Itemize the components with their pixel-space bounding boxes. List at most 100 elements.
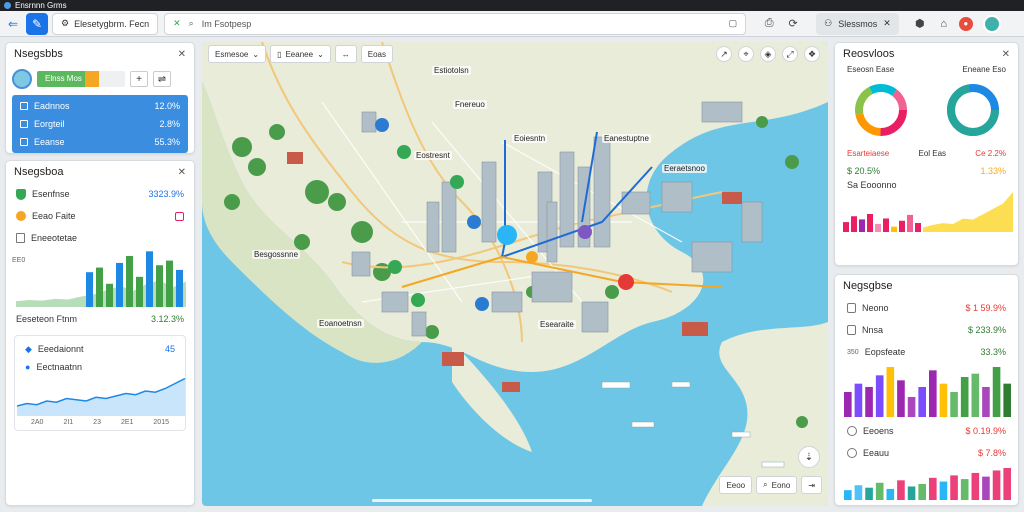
window-titlebar: Ensrnnn Grms — [0, 0, 1024, 11]
bar — [859, 219, 865, 232]
camera-icon[interactable]: ⎙ — [760, 15, 778, 33]
app-icon — [4, 2, 11, 9]
bar — [875, 223, 881, 232]
shield-icon — [16, 188, 26, 200]
x-axis: 2A0 2I1 23 2E1 2015 — [15, 419, 185, 426]
camera-icon — [175, 211, 184, 221]
search-icon: ⌕ — [188, 18, 194, 28]
stat-row[interactable]: ◆ Eeedaionnt 45 — [15, 340, 185, 358]
zoom-button[interactable]: ⌕ Eono — [756, 476, 798, 494]
map-canvas[interactable]: Esmesoe ⌄ ▯ Eeanee ⌄ ↔ Eoas ↗ ⌖ ◈ ⤢ ❖ Estio… — [202, 42, 828, 506]
bar — [843, 222, 849, 232]
bookmark-icon: ◆ — [25, 343, 32, 354]
zoom-button[interactable]: Eeoo — [719, 476, 753, 494]
map-view-button[interactable]: ▯ Eeanee ⌄ — [270, 45, 331, 63]
pin-icon[interactable]: ⌖ — [738, 46, 754, 62]
left-bottom-panel: Nsegsboa ✕ Esenfnse 3323.9% Eeao Faite E… — [5, 160, 195, 506]
link-icon[interactable]: ↗ — [716, 46, 732, 62]
window-title: Ensrnnn Grms — [15, 1, 67, 10]
refresh-icon[interactable]: ⟳ — [784, 15, 802, 33]
edit-icon[interactable]: ✎ — [26, 12, 48, 35]
back-icon[interactable]: ⇐ — [2, 13, 24, 35]
stat-row[interactable]: Nnsa $ 233.9% — [835, 319, 1018, 341]
close-icon[interactable]: ✕ — [883, 18, 891, 29]
bar — [865, 487, 873, 500]
window-icon[interactable]: ▢ — [729, 18, 738, 29]
value-row: Sa Eooonno — [847, 180, 897, 190]
stat-row[interactable]: ● Eectnaatnn — [15, 358, 185, 376]
bar — [918, 484, 926, 500]
line-chart-svg — [16, 377, 186, 416]
measure-icon[interactable]: ⤢ — [782, 46, 798, 62]
legend-row: Esarteiaese Eol Eas Ce 2.2% — [847, 149, 1006, 158]
stat-row[interactable]: Neono $ 1 59.9% — [835, 297, 1018, 319]
browser-tab[interactable]: ⚙ Elesetygbrm. Fecn — [52, 12, 159, 35]
right-top-panel: Reosvloos ✕ Eseosn Ease Eneane Eso Esart… — [834, 42, 1019, 266]
bar — [166, 260, 173, 307]
bar — [971, 373, 980, 417]
address-bar[interactable]: ✕ ⌕ Im Fsotpesp ▢ — [164, 12, 747, 35]
left-top-panel: Nsegsbbs ✕ Elnss Mos + ⇌ Eadnnos 12.0% Eo… — [5, 42, 195, 154]
map-label: Eeraetsnoo — [662, 164, 707, 173]
bar — [1003, 383, 1011, 417]
doc-icon — [20, 120, 28, 128]
notification-icon[interactable]: ● — [958, 16, 973, 31]
profile-avatar[interactable] — [982, 14, 1001, 33]
bar — [886, 488, 895, 500]
bar — [950, 475, 958, 500]
map-layer-button[interactable]: Esmesoe ⌄ — [208, 45, 267, 63]
compass-icon[interactable]: ⇣ — [798, 446, 820, 468]
list-item[interactable]: Eorgteil 2.8% — [12, 115, 188, 133]
close-icon[interactable]: ✕ — [178, 49, 186, 60]
map-tools: ↗ ⌖ ◈ ⤢ ❖ — [716, 46, 820, 62]
close-icon[interactable]: ✕ — [1002, 49, 1010, 60]
bar — [899, 220, 905, 232]
bar — [992, 470, 1001, 500]
area-series — [923, 192, 1013, 232]
extension-icon[interactable]: ⬢ — [911, 15, 929, 33]
bar — [897, 480, 905, 500]
user-icon: ⚇ — [824, 18, 833, 28]
marker-icon[interactable]: ◈ — [760, 46, 776, 62]
home-icon[interactable]: ⌂ — [935, 15, 953, 33]
filter-button[interactable]: ⇌ — [153, 71, 171, 87]
bar — [891, 226, 897, 232]
bar — [929, 477, 937, 500]
stat-row[interactable]: Esenfnse 3323.9% — [6, 183, 194, 205]
bar — [106, 283, 113, 307]
close-icon[interactable]: ✕ — [178, 167, 186, 178]
stat-row[interactable]: Eeauu $ 7.8% — [835, 442, 1018, 464]
doc-icon — [847, 325, 856, 335]
horizontal-scrollbar[interactable] — [372, 499, 592, 502]
tick-label: 2E1 — [120, 419, 134, 426]
stat-row[interactable]: Eeao Faite — [6, 205, 194, 227]
bar — [867, 214, 873, 232]
stat-row[interactable]: Eeoens $ 0.19.9% — [835, 420, 1018, 442]
bar — [883, 218, 889, 232]
bar — [86, 272, 93, 307]
map-filter-button[interactable]: Eoas — [360, 45, 393, 63]
tick-label: 2I1 — [63, 419, 74, 426]
close-x-icon[interactable]: ✕ — [173, 18, 181, 29]
collapse-button[interactable]: ⇥ — [801, 476, 822, 494]
bar — [176, 269, 183, 307]
dollar-icon — [847, 448, 857, 458]
avatar[interactable] — [12, 69, 32, 89]
pan-button[interactable]: ↔ — [334, 45, 357, 63]
layers-icon[interactable]: ❖ — [804, 46, 820, 62]
map-toolbar: Esmesoe ⌄ ▯ Eeanee ⌄ ↔ Eoas — [208, 45, 393, 63]
list-item[interactable]: Eeanse 55.3% — [12, 133, 188, 151]
bar — [939, 481, 948, 500]
list-item[interactable]: Eadnnos 12.0% — [12, 97, 188, 115]
account-pill[interactable]: ⚇ Slessmos ✕ — [816, 12, 899, 35]
bar — [886, 367, 895, 417]
stat-row[interactable]: 350 Eopsfeate 33.3% — [835, 341, 1018, 363]
bar — [971, 472, 980, 500]
bar-chart-multi — [844, 468, 1011, 500]
bar — [897, 380, 905, 417]
stat-row[interactable]: Eneeotetae — [6, 227, 194, 249]
add-button[interactable]: + — [130, 71, 148, 87]
tick-label: 23 — [93, 419, 101, 426]
bar — [960, 479, 969, 500]
bar — [136, 276, 143, 307]
